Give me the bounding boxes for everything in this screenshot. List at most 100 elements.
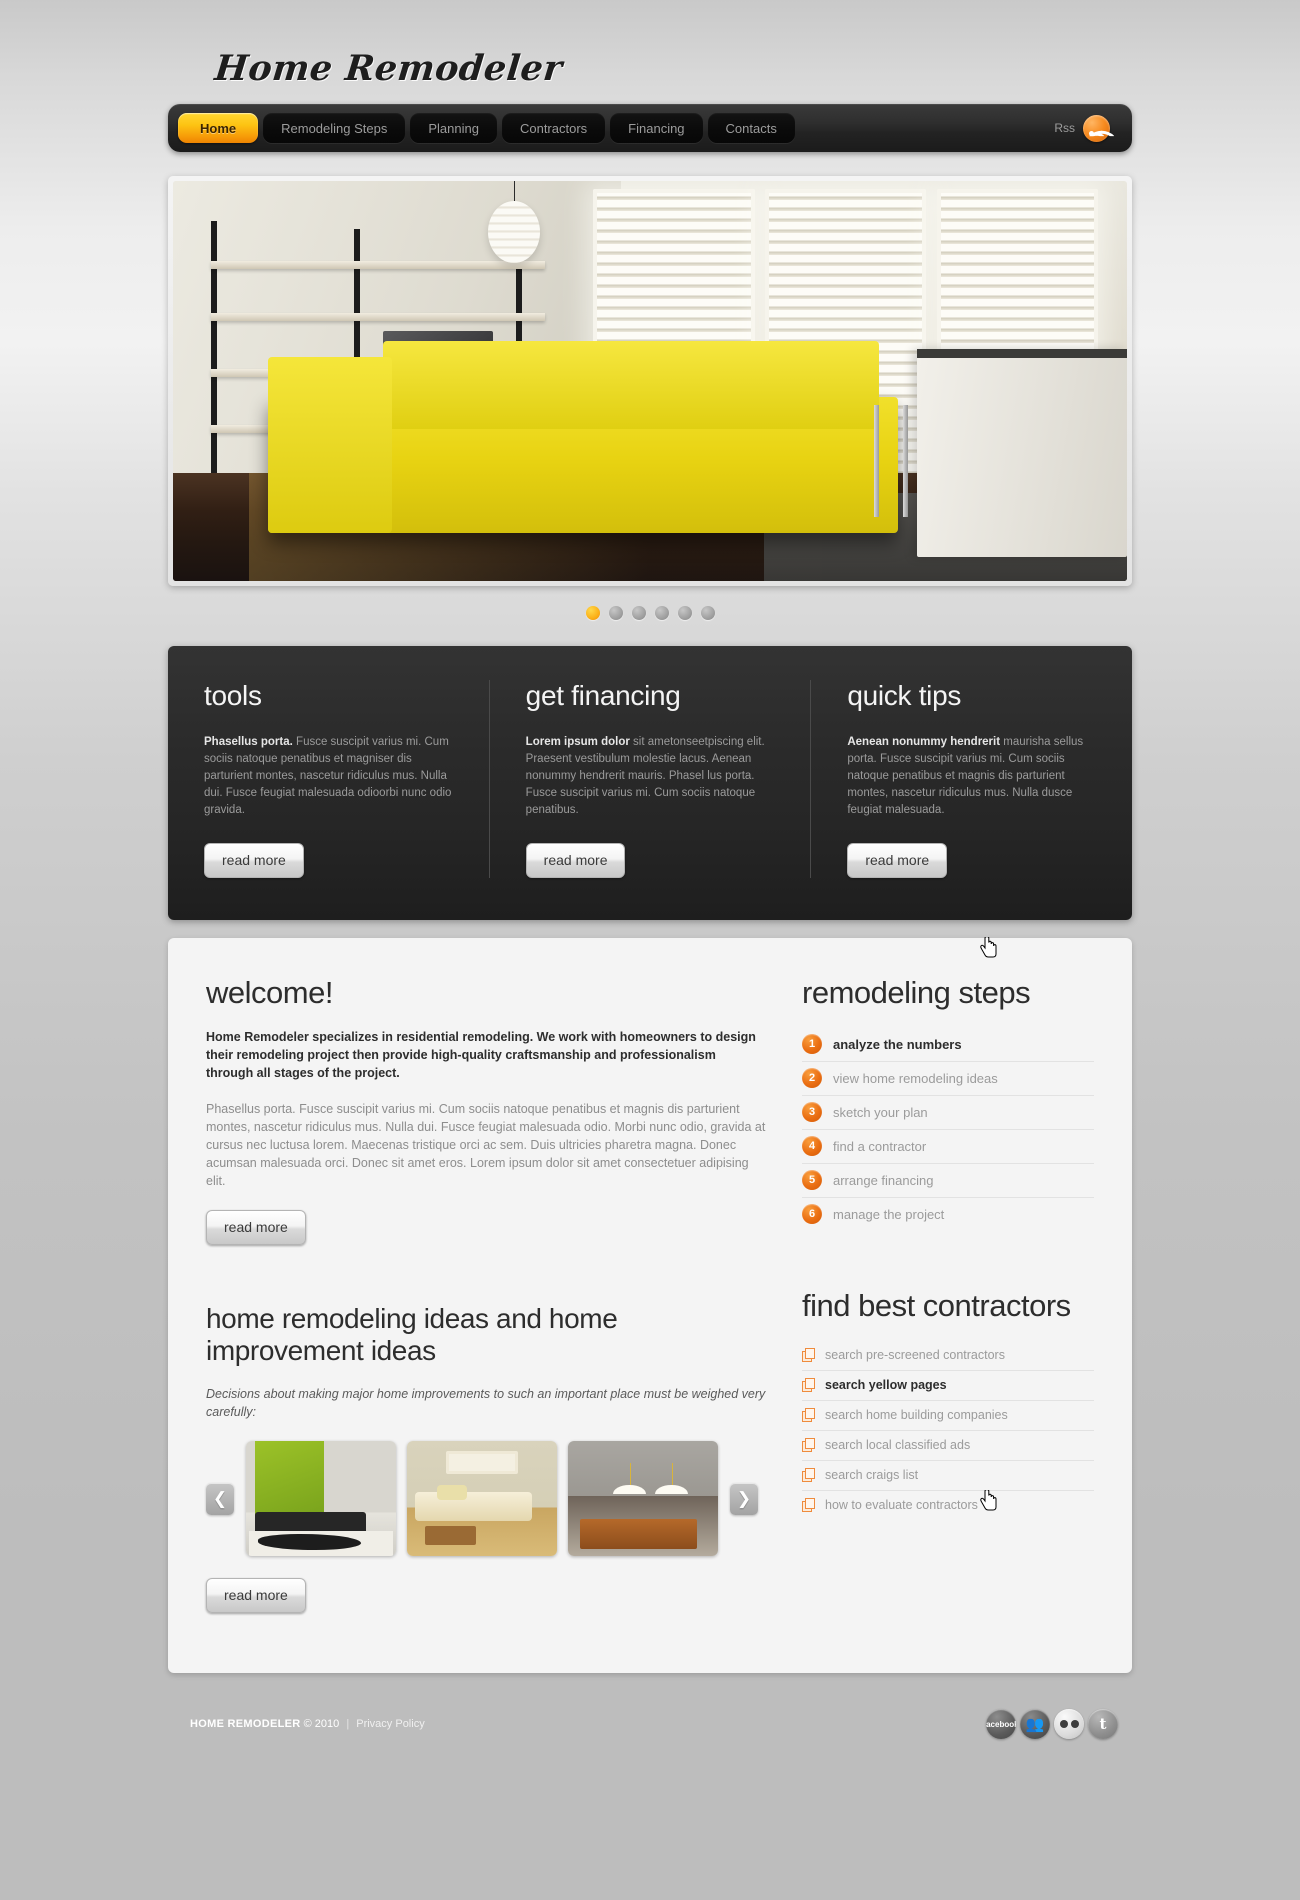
promo-financing-text: Lorem ipsum dolor sit ametonseetpiscing … xyxy=(526,734,775,819)
chevron-right-icon[interactable]: ❯ xyxy=(730,1482,758,1515)
shelf-2 xyxy=(211,313,546,321)
contractors-title: find best contractors xyxy=(802,1288,1071,1323)
thumb2-sofa xyxy=(414,1491,532,1522)
gallery-thumb-3[interactable] xyxy=(568,1441,718,1556)
promo-financing-read-more-button[interactable]: read more xyxy=(525,843,626,878)
promo-financing-title: get financing xyxy=(525,680,681,711)
flickr-dot-2 xyxy=(1070,1720,1079,1728)
slider-dot-2[interactable] xyxy=(608,606,623,620)
promo-financing-lead: Lorem ipsum dolor xyxy=(525,736,630,748)
step-badge-1: 1 xyxy=(802,1034,822,1054)
facebook-label: facebook xyxy=(986,1719,1016,1729)
rss-area[interactable]: Rss xyxy=(1054,114,1122,149)
step-badge-3: 3 xyxy=(802,1102,822,1122)
footer-copyright: HOME REMODELER © 2010 | Privacy Policy xyxy=(190,1718,425,1730)
contractor-link-6[interactable]: how to evaluate contractors xyxy=(802,1491,1094,1520)
promo-tools-title: tools xyxy=(204,680,262,711)
step-item-4[interactable]: 4 find a contractor xyxy=(802,1130,1094,1164)
pendant-lantern xyxy=(487,181,540,263)
step-badge-4: 4 xyxy=(802,1136,822,1156)
step-item-5[interactable]: 5 arrange financing xyxy=(802,1164,1094,1198)
nav-item-home[interactable]: Home xyxy=(178,113,259,143)
step-item-1[interactable]: 1 analyze the numbers xyxy=(802,1028,1094,1062)
thumb3-pendant-lamp-1 xyxy=(613,1462,646,1494)
contractors-link-list: search pre-screened contractors search y… xyxy=(802,1341,1094,1520)
contractor-link-5[interactable]: search craigs list xyxy=(802,1461,1094,1491)
site-logo[interactable]: Home Remodeler xyxy=(213,48,565,89)
promo-tools-body: Fusce suscipit varius mi. Cum sociis nat… xyxy=(204,736,452,816)
content-right-column: remodeling steps 1 analyze the numbers 2… xyxy=(802,976,1094,1613)
slider-dot-5[interactable] xyxy=(677,606,692,620)
flickr-icon[interactable] xyxy=(1054,1709,1084,1739)
promo-quick-tips-read-more-button[interactable]: read more xyxy=(847,843,948,878)
sofa-backrest xyxy=(382,341,879,429)
counter-top xyxy=(917,349,1127,358)
thumb1-green-wall xyxy=(255,1441,324,1517)
promo-quick-tips-lead: Aenean nonummy hendrerit xyxy=(847,736,1001,748)
nav-item-remodeling-steps[interactable]: Remodeling Steps xyxy=(263,113,406,143)
contractor-link-label-5: search craigs list xyxy=(825,1468,919,1482)
welcome-title: welcome! xyxy=(206,975,333,1010)
rss-label: Rss xyxy=(1054,121,1075,135)
contractor-link-label-2: search yellow pages xyxy=(825,1378,947,1392)
nav-item-contractors[interactable]: Contractors xyxy=(501,113,606,143)
slider-dot-6[interactable] xyxy=(700,606,715,620)
step-label-1: analyze the numbers xyxy=(833,1036,962,1052)
slider-dot-4[interactable] xyxy=(654,606,669,620)
thumb3-wood-cabinet xyxy=(580,1519,697,1550)
ideas-gallery: ❮ ❯ xyxy=(206,1441,766,1556)
slider-dot-3[interactable] xyxy=(631,606,646,620)
contractors-section: find best contractors search pre-screene… xyxy=(802,1289,1094,1520)
promo-tools: tools Phasellus porta. Fusce suscipit va… xyxy=(168,680,489,878)
step-badge-2: 2 xyxy=(802,1068,822,1088)
nav-item-contacts[interactable]: Contacts xyxy=(707,113,795,143)
myspace-icon[interactable]: 👥 xyxy=(1020,1709,1050,1739)
bar-stool-2 xyxy=(902,405,908,517)
footer-separator: | xyxy=(346,1718,350,1730)
step-item-6[interactable]: 6 manage the project xyxy=(802,1198,1094,1231)
nav-item-planning[interactable]: Planning xyxy=(410,113,497,143)
shelf-1 xyxy=(211,261,546,269)
step-label-6: manage the project xyxy=(833,1206,945,1222)
thumb2-pillow xyxy=(437,1484,467,1500)
rss-icon[interactable] xyxy=(1083,114,1115,149)
twitter-label: t xyxy=(1099,1715,1107,1733)
document-copy-icon xyxy=(802,1348,815,1362)
promo-boxes: tools Phasellus porta. Fusce suscipit va… xyxy=(168,646,1132,920)
welcome-read-more-button[interactable]: read more xyxy=(206,1210,306,1245)
twitter-icon[interactable]: t xyxy=(1088,1709,1118,1739)
facebook-icon[interactable]: facebook xyxy=(986,1709,1016,1739)
kitchen-counter xyxy=(917,349,1127,557)
hero-image-interior-living-room[interactable] xyxy=(173,181,1127,581)
hero-slider xyxy=(168,176,1132,586)
flickr-dot-1 xyxy=(1059,1720,1068,1728)
contractor-link-4[interactable]: search local classified ads xyxy=(802,1431,1094,1461)
step-item-2[interactable]: 2 view home remodeling ideas xyxy=(802,1062,1094,1096)
page-container: Home Remodeler Home Remodeling Steps Pla… xyxy=(160,0,1140,1747)
contractor-link-1[interactable]: search pre-screened contractors xyxy=(802,1341,1094,1371)
rss-arc-outer xyxy=(1089,122,1115,149)
welcome-body: Phasellus porta. Fusce suscipit varius m… xyxy=(206,1102,766,1188)
ideas-title: home remodeling ideas and home improveme… xyxy=(206,1303,618,1366)
gallery-thumb-1[interactable] xyxy=(246,1441,396,1556)
gallery-thumb-2[interactable] xyxy=(407,1441,557,1556)
contractor-link-2[interactable]: search yellow pages xyxy=(802,1371,1094,1401)
privacy-policy-link[interactable]: Privacy Policy xyxy=(356,1718,424,1730)
nav-items: Home Remodeling Steps Planning Contracto… xyxy=(178,113,1054,143)
shelf-post-left xyxy=(211,221,218,481)
promo-tools-read-more-button[interactable]: read more xyxy=(204,843,304,878)
social-links: facebook 👥 t xyxy=(986,1709,1118,1739)
ideas-section: home remodeling ideas and home improveme… xyxy=(206,1303,766,1613)
slider-pagination xyxy=(160,606,1140,620)
step-label-2: view home remodeling ideas xyxy=(833,1070,998,1086)
remodeling-steps-list: 1 analyze the numbers 2 view home remode… xyxy=(802,1028,1094,1231)
content-left-column: welcome! Home Remodeler specializes in r… xyxy=(206,976,766,1613)
chevron-left-icon[interactable]: ❮ xyxy=(206,1482,234,1515)
nav-item-financing[interactable]: Financing xyxy=(610,113,703,143)
document-copy-icon xyxy=(802,1438,815,1452)
sofa-armrest xyxy=(268,357,393,533)
ideas-read-more-button[interactable]: read more xyxy=(206,1578,306,1613)
slider-dot-1[interactable] xyxy=(585,606,600,620)
contractor-link-3[interactable]: search home building companies xyxy=(802,1401,1094,1431)
step-item-3[interactable]: 3 sketch your plan xyxy=(802,1096,1094,1130)
